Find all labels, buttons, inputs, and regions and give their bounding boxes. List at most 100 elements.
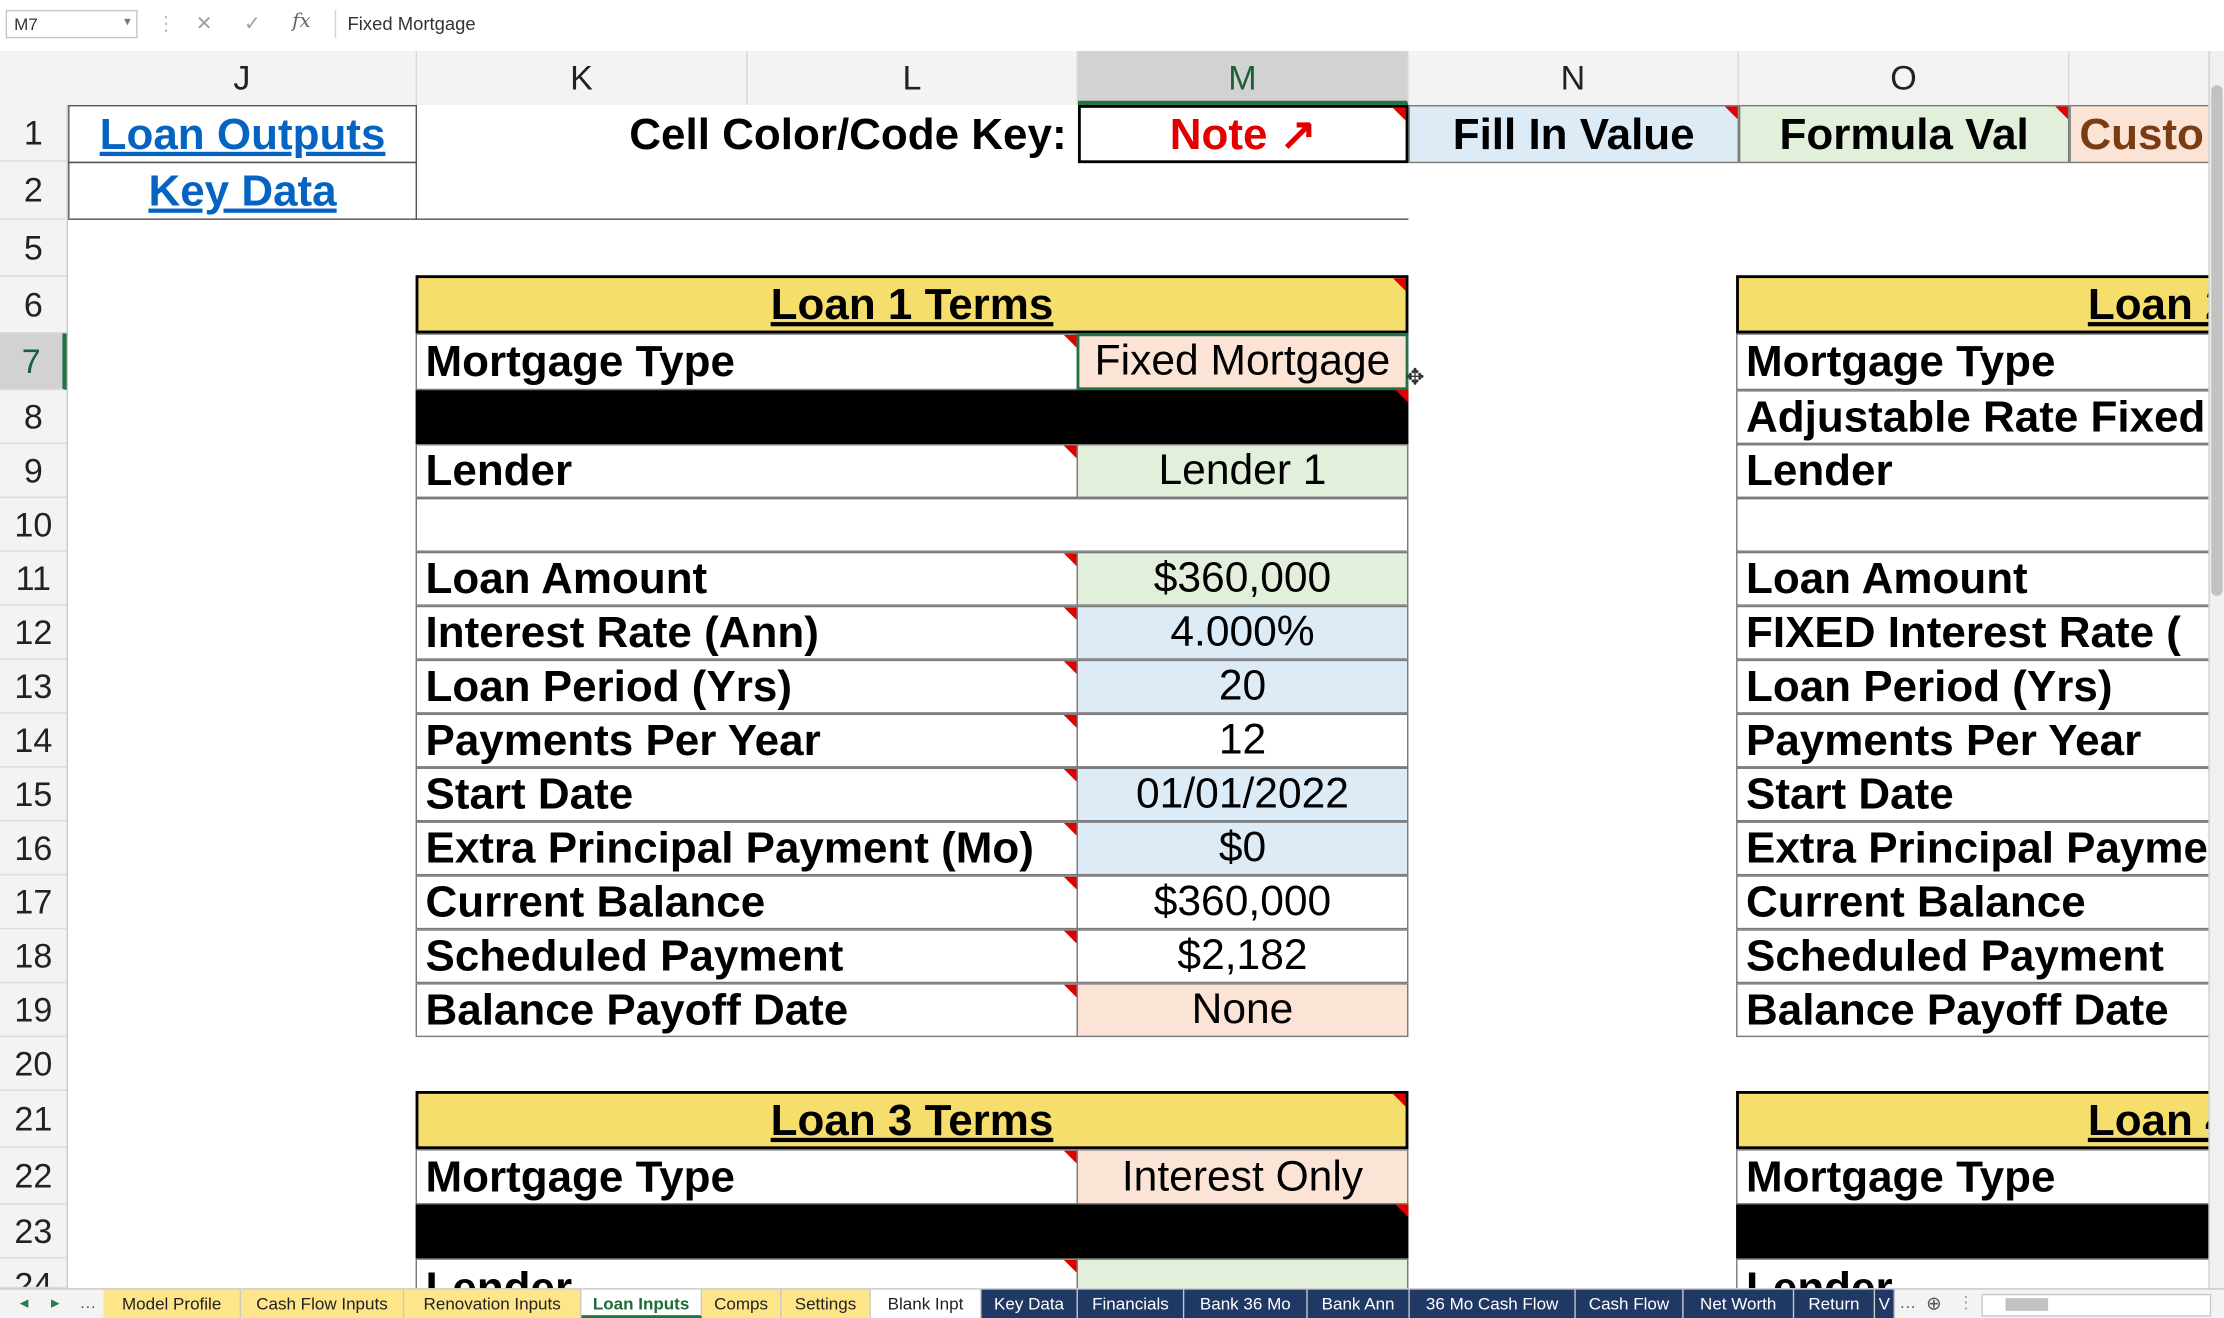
tab-comps[interactable]: Comps [702, 1289, 782, 1318]
loan-outputs-link[interactable]: Loan Outputs [68, 104, 417, 164]
key-note: Note ↗ [1077, 104, 1409, 164]
loan3-title[interactable]: Loan 3 Terms [415, 1091, 1409, 1150]
loan1-title[interactable]: Loan 1 Terms [415, 275, 1409, 334]
row-header[interactable]: 1 [0, 105, 67, 162]
loan2-title[interactable]: Loan 2 [1736, 275, 2224, 334]
row-header[interactable]: 11 [0, 552, 67, 606]
row-header[interactable]: 6 [0, 277, 67, 334]
loan3-lender-label: Lender [415, 1258, 1078, 1289]
column-header-k[interactable]: K [417, 51, 748, 105]
row-header[interactable]: 22 [0, 1148, 67, 1205]
row-header[interactable]: 20 [0, 1037, 67, 1092]
loan1-blank-row [415, 497, 1409, 552]
row-header[interactable]: 18 [0, 929, 67, 984]
tab-bank-ann[interactable]: Bank Ann [1307, 1289, 1410, 1318]
horizontal-scrollbar-thumb[interactable] [2005, 1298, 2049, 1311]
loan4-divider-row [1736, 1204, 2224, 1259]
loan1-label: Current Balance [415, 875, 1078, 930]
tab-scroll-left-icon[interactable]: ◂ [20, 1292, 29, 1312]
loan1-label: Loan Period (Yrs) [415, 659, 1078, 714]
tab-return[interactable]: Return [1794, 1289, 1876, 1318]
row-header[interactable]: 7 [0, 333, 67, 391]
tab-36-mo-cash-flow[interactable]: 36 Mo Cash Flow [1409, 1289, 1576, 1318]
splitter-icon[interactable]: ⋮ [1957, 1292, 1974, 1312]
tab-renovation-inputs[interactable]: Renovation Inputs [404, 1289, 582, 1318]
loan4-title[interactable]: Loan 4 [1736, 1091, 2224, 1150]
loan1-value[interactable]: 01/01/2022 [1076, 767, 1409, 822]
row-header[interactable]: 9 [0, 444, 67, 498]
column-header-n[interactable]: N [1408, 51, 1739, 105]
row-header[interactable]: 15 [0, 768, 67, 822]
cancel-icon[interactable]: ✕ [196, 11, 213, 35]
tab-financials[interactable]: Financials [1077, 1289, 1185, 1318]
tab-blank-inpt[interactable]: Blank Inpt [870, 1289, 982, 1318]
add-sheet-icon[interactable]: ⊕ [1926, 1292, 1941, 1315]
row-header[interactable]: 17 [0, 875, 67, 930]
loan3-mortgage-type-label: Mortgage Type [415, 1149, 1078, 1205]
loan2-label: Start Date [1736, 767, 2224, 822]
loan3-mortgage-type-value[interactable]: Interest Only [1076, 1149, 1409, 1205]
column-headers: J K L M N O [0, 51, 2224, 107]
name-box-value: M7 [14, 14, 38, 35]
row-header[interactable]: 19 [0, 983, 67, 1038]
row-header[interactable]: 24 [0, 1258, 67, 1289]
tab-cash-flow-inputs[interactable]: Cash Flow Inputs [241, 1289, 405, 1318]
more-tabs-icon[interactable]: … [1899, 1292, 1916, 1312]
row-header[interactable]: 21 [0, 1091, 67, 1148]
row-header[interactable]: 13 [0, 660, 67, 714]
tab-truncated[interactable]: V [1875, 1289, 1895, 1318]
chevron-down-icon[interactable]: ▾ [124, 14, 130, 30]
loan2-label: Loan Amount [1736, 551, 2224, 606]
row-header[interactable]: 12 [0, 606, 67, 660]
loan1-mortgage-type-cell[interactable]: Fixed Mortgage [1076, 333, 1409, 391]
tab-scroll-right-icon[interactable]: ▸ [51, 1292, 60, 1312]
tab-model-profile[interactable]: Model Profile [103, 1289, 242, 1318]
row-header[interactable]: 14 [0, 714, 67, 768]
insert-function-icon[interactable]: fx [292, 10, 311, 33]
row-headers: 1 2 5 6 7 8 9 10 11 12 13 14 15 16 17 18… [0, 104, 69, 1289]
horizontal-scrollbar[interactable] [1981, 1293, 2212, 1317]
formula-input[interactable]: Fixed Mortgage [334, 9, 2216, 39]
tab-bank-36-mo[interactable]: Bank 36 Mo [1184, 1289, 1308, 1318]
loan1-label: Mortgage Type [415, 333, 1078, 391]
column-header-o[interactable]: O [1739, 51, 2070, 105]
tab-cash-flow[interactable]: Cash Flow [1575, 1289, 1684, 1318]
key-data-link[interactable]: Key Data [68, 161, 417, 220]
loan1-value[interactable]: 12 [1076, 713, 1409, 768]
loan3-lender-value[interactable] [1076, 1258, 1409, 1289]
loan1-divider-row [415, 390, 1409, 445]
loan1-value[interactable]: $2,182 [1076, 929, 1409, 984]
tab-settings[interactable]: Settings [781, 1289, 871, 1318]
loan1-value[interactable]: 4.000% [1076, 605, 1409, 660]
loan1-label: Scheduled Payment [415, 929, 1078, 984]
loan1-value[interactable]: $360,000 [1076, 875, 1409, 930]
column-header-m[interactable]: M [1077, 51, 1409, 105]
column-header-l[interactable]: L [747, 51, 1078, 105]
cell-color-key-label: Cell Color/Code Key: [629, 108, 1067, 159]
loan1-value[interactable]: None [1076, 983, 1409, 1038]
loan2-label: Adjustable Rate Fixed [1736, 390, 2224, 445]
tab-net-worth[interactable]: Net Worth [1683, 1289, 1795, 1318]
loan2-label: Scheduled Payment [1736, 929, 2224, 984]
loan2-label: Payments Per Year [1736, 713, 2224, 768]
loan1-value[interactable]: Lender 1 [1076, 444, 1409, 498]
key-underline [416, 162, 1409, 220]
row-header[interactable]: 10 [0, 498, 67, 552]
loan1-value[interactable]: $0 [1076, 821, 1409, 876]
vertical-scrollbar[interactable] [2208, 51, 2224, 1289]
tab-key-data[interactable]: Key Data [981, 1289, 1078, 1318]
more-tabs-icon[interactable]: … [79, 1292, 96, 1312]
loan4-mortgage-type-label: Mortgage Type [1736, 1149, 2224, 1205]
row-header[interactable]: 16 [0, 821, 67, 876]
row-header[interactable]: 8 [0, 390, 67, 445]
loan1-value[interactable]: $360,000 [1076, 551, 1409, 606]
name-box[interactable]: M7 ▾ [5, 9, 138, 39]
row-header[interactable]: 5 [0, 220, 67, 277]
scrollbar-thumb[interactable] [2211, 85, 2223, 596]
row-header[interactable]: 2 [0, 162, 67, 220]
column-header-j[interactable]: J [68, 51, 417, 105]
row-header[interactable]: 23 [0, 1205, 67, 1259]
loan1-value[interactable]: 20 [1076, 659, 1409, 714]
tab-loan-inputs[interactable]: Loan Inputs [581, 1289, 703, 1318]
enter-check-icon[interactable]: ✓ [244, 11, 261, 35]
